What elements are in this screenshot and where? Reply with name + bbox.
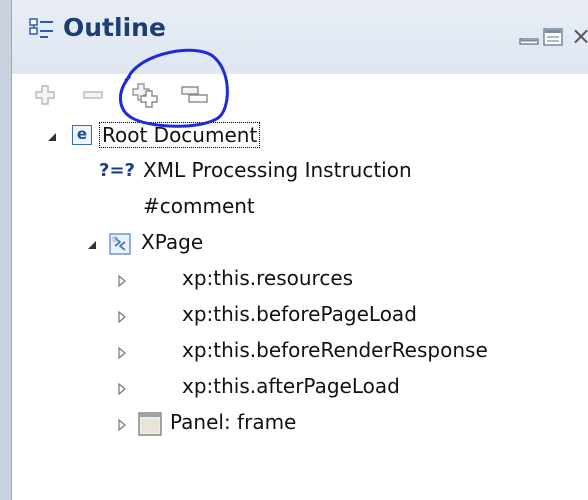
tree-item-comment[interactable]: #comment (12, 190, 572, 226)
tree-item-xp-this-beforepageload[interactable]: xp:this.beforePageLoad (12, 298, 572, 334)
tree-item-xp-this-afterpageload[interactable]: xp:this.afterPageLoad (12, 370, 572, 406)
view-title-bar[interactable]: Outline × (12, 0, 588, 108)
collapsed-twisty-icon[interactable] (117, 419, 127, 431)
tree-item-root-document[interactable]: e Root Document (12, 118, 572, 154)
tree-item-panel-frame[interactable]: Panel: frame (12, 406, 572, 442)
tree-item-xml-processing-instruction[interactable]: ?=? XML Processing Instruction (12, 154, 572, 190)
view-title: Outline (63, 13, 166, 42)
tree-item-label: xp:this.beforeRenderResponse (182, 338, 488, 362)
tree-item-xpage[interactable]: XPage (12, 226, 572, 262)
tree-item-label: Panel: frame (170, 410, 297, 434)
insert-after-icon[interactable] (132, 82, 160, 108)
processing-instruction-icon: ?=? (99, 160, 135, 181)
outline-view-icon (29, 18, 53, 38)
insert-child-icon[interactable] (181, 84, 209, 106)
tree-item-label: XML Processing Instruction (143, 158, 412, 182)
element-icon: e (72, 125, 92, 145)
remove-icon[interactable] (82, 84, 104, 106)
tree-item-label: #comment (143, 194, 255, 218)
outline-panel: Outline × e Root Document ?=? XML Proces… (0, 0, 588, 500)
xpage-icon (109, 233, 131, 255)
collapsed-twisty-icon[interactable] (117, 275, 127, 287)
close-icon[interactable]: × (571, 22, 588, 50)
panel-icon (138, 412, 162, 436)
maximize-icon[interactable] (543, 27, 563, 47)
collapsed-twisty-icon[interactable] (117, 383, 127, 395)
tree-item-label: xp:this.afterPageLoad (182, 374, 400, 398)
window-controls: × (513, 22, 588, 50)
expanded-twisty-icon[interactable] (46, 131, 58, 143)
tree-item-label: xp:this.beforePageLoad (182, 302, 417, 326)
add-icon[interactable] (34, 84, 56, 106)
minimize-icon[interactable] (519, 30, 539, 46)
tree-item-label: xp:this.resources (182, 266, 354, 290)
collapsed-twisty-icon[interactable] (117, 311, 127, 323)
expanded-twisty-icon[interactable] (86, 239, 98, 251)
tree-item-label: Root Document (99, 122, 261, 148)
tree-item-xp-this-beforerenderresponse[interactable]: xp:this.beforeRenderResponse (12, 334, 572, 370)
tree-item-label: XPage (141, 230, 204, 254)
tree-item-xp-this-resources[interactable]: xp:this.resources (12, 262, 572, 298)
collapsed-twisty-icon[interactable] (117, 347, 127, 359)
